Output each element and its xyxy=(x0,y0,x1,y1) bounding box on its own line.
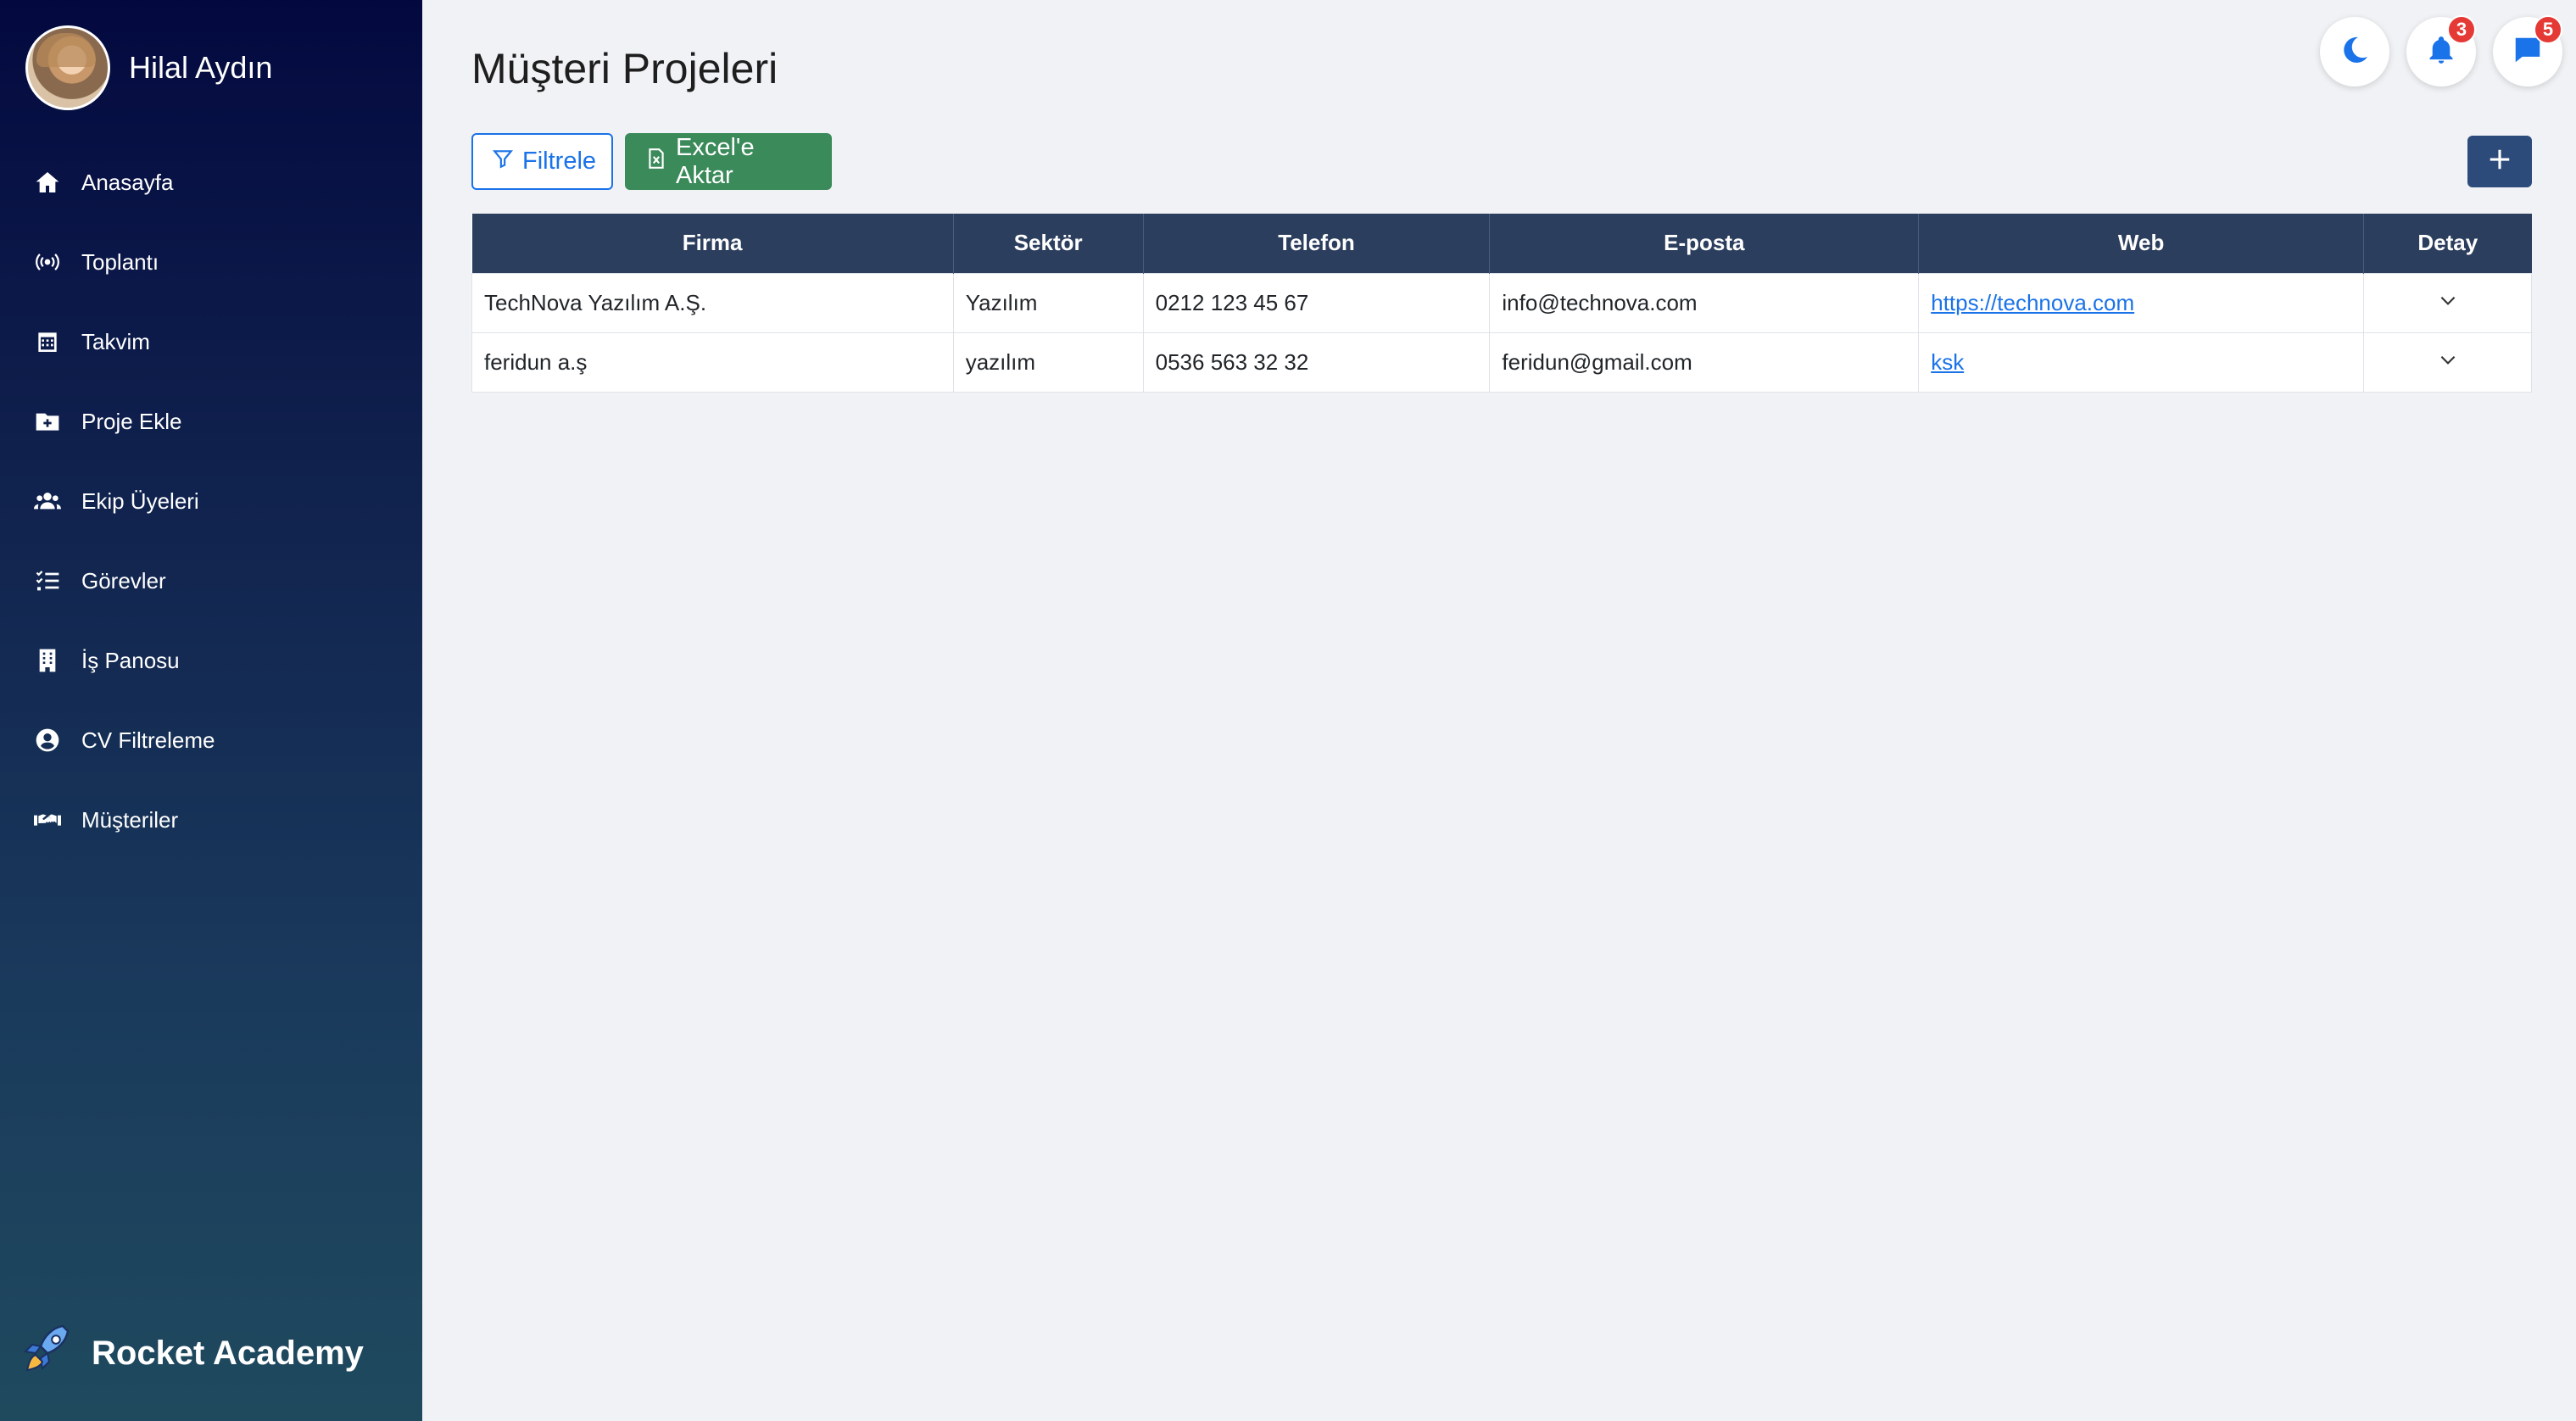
cell-sektor: Yazılım xyxy=(952,272,1144,333)
sidebar-item-toplanti[interactable]: Toplantı xyxy=(0,222,422,302)
column-header-detay: Detay xyxy=(2363,214,2532,273)
rocket-icon xyxy=(22,1323,73,1385)
brand-logo[interactable]: Rocket Academy xyxy=(22,1323,364,1385)
sidebar-item-label: Toplantı xyxy=(81,248,159,275)
broadcast-icon xyxy=(32,247,63,277)
sidebar: Hilal Aydın Anasayfa Toplantı Takvim Pro… xyxy=(0,0,422,1421)
sidebar-item-label: Ekip Üyeleri xyxy=(81,488,199,514)
column-header-eposta[interactable]: E-posta xyxy=(1489,214,1920,273)
plus-icon xyxy=(2487,147,2512,176)
users-icon xyxy=(32,486,63,516)
cell-telefon: 0212 123 45 67 xyxy=(1142,272,1491,333)
table-row[interactable]: TechNova Yazılım A.Ş. Yazılım 0212 123 4… xyxy=(471,272,2532,333)
sidebar-item-takvim[interactable]: Takvim xyxy=(0,302,422,382)
sidebar-item-label: İş Panosu xyxy=(81,647,180,673)
chevron-down-icon[interactable] xyxy=(2437,350,2459,376)
sidebar-item-label: Takvim xyxy=(81,328,150,354)
sidebar-item-musteriler[interactable]: Müşteriler xyxy=(0,780,422,860)
filter-button[interactable]: Filtrele xyxy=(471,133,613,190)
column-header-telefon[interactable]: Telefon xyxy=(1143,214,1491,273)
column-header-firma[interactable]: Firma xyxy=(471,214,954,273)
sidebar-item-is-panosu[interactable]: İş Panosu xyxy=(0,621,422,700)
cell-web: ksk xyxy=(1918,332,2365,393)
table-row[interactable]: feridun a.ş yazılım 0536 563 32 32 ferid… xyxy=(471,332,2532,393)
moon-icon xyxy=(2339,34,2371,70)
web-link[interactable]: https://technova.com xyxy=(1931,290,2134,315)
cell-detay xyxy=(2363,332,2532,393)
sidebar-item-gorevler[interactable]: Görevler xyxy=(0,541,422,621)
page-title: Müşteri Projeleri xyxy=(471,45,778,92)
avatar[interactable] xyxy=(25,25,110,110)
sidebar-item-label: Görevler xyxy=(81,567,166,593)
sidebar-nav: Anasayfa Toplantı Takvim Proje Ekle Ekip… xyxy=(0,142,422,860)
toolbar: Filtrele Excel'e Aktar xyxy=(471,133,832,190)
calendar-icon xyxy=(32,326,63,357)
export-excel-button-label: Excel'e Aktar xyxy=(676,133,755,189)
top-actions: 3 5 xyxy=(2320,15,2562,86)
user-profile[interactable]: Hilal Aydın xyxy=(25,24,272,112)
messages-button[interactable]: 5 xyxy=(2493,15,2562,86)
task-list-icon xyxy=(32,566,63,596)
web-link[interactable]: ksk xyxy=(1931,349,1964,375)
sidebar-item-cv-filtreleme[interactable]: CV Filtreleme xyxy=(0,700,422,780)
cell-telefon: 0536 563 32 32 xyxy=(1142,332,1491,393)
sidebar-item-label: Müşteriler xyxy=(81,806,179,833)
message-badge: 5 xyxy=(2534,15,2562,44)
export-excel-button[interactable]: Excel'e Aktar xyxy=(625,133,832,190)
add-project-button[interactable] xyxy=(2467,136,2532,187)
column-header-web[interactable]: Web xyxy=(1918,214,2365,273)
cell-detay xyxy=(2363,272,2532,333)
handshake-icon xyxy=(32,805,63,835)
cell-eposta: feridun@gmail.com xyxy=(1489,332,1920,393)
sidebar-item-label: Anasayfa xyxy=(81,169,174,195)
dark-mode-toggle[interactable] xyxy=(2320,17,2389,86)
home-icon xyxy=(32,167,63,198)
cell-sektor: yazılım xyxy=(952,332,1144,393)
building-icon xyxy=(32,645,63,676)
sidebar-item-proje-ekle[interactable]: Proje Ekle xyxy=(0,382,422,461)
user-circle-icon xyxy=(32,725,63,755)
brand-name: Rocket Academy xyxy=(92,1335,364,1372)
folder-plus-icon xyxy=(32,406,63,437)
column-header-sektor[interactable]: Sektör xyxy=(953,214,1144,273)
sidebar-item-label: CV Filtreleme xyxy=(81,727,215,753)
cell-firma: feridun a.ş xyxy=(471,332,954,393)
sidebar-item-ekip-uyeleri[interactable]: Ekip Üyeleri xyxy=(0,461,422,541)
chevron-down-icon[interactable] xyxy=(2437,291,2459,316)
cell-firma: TechNova Yazılım A.Ş. xyxy=(471,272,954,333)
notifications-button[interactable]: 3 xyxy=(2406,15,2476,86)
sidebar-item-anasayfa[interactable]: Anasayfa xyxy=(0,142,422,222)
cell-web: https://technova.com xyxy=(1918,272,2365,333)
filter-button-label: Filtrele xyxy=(522,148,597,175)
projects-table: Firma Sektör Telefon E-posta Web Detay T… xyxy=(471,214,2532,393)
table-header-row: Firma Sektör Telefon E-posta Web Detay xyxy=(471,214,2532,273)
excel-file-icon xyxy=(645,148,676,176)
cell-eposta: info@technova.com xyxy=(1489,272,1920,333)
sidebar-item-label: Proje Ekle xyxy=(81,408,182,434)
user-name: Hilal Aydın xyxy=(129,50,273,85)
funnel-icon xyxy=(492,148,522,176)
notification-badge: 3 xyxy=(2447,15,2476,44)
